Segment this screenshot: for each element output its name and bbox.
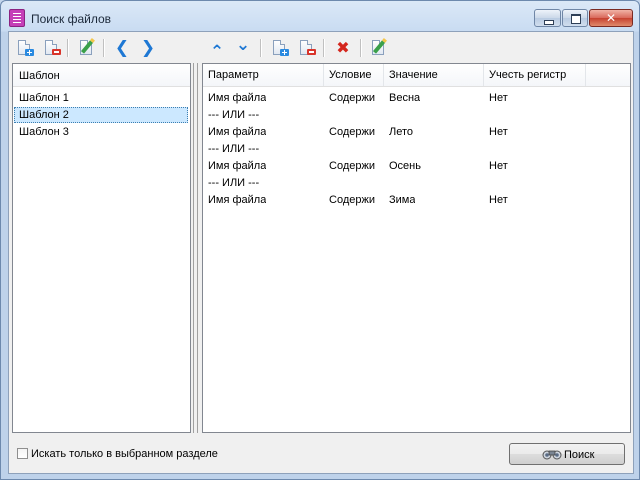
column-header-case[interactable]: Учесть регистр xyxy=(484,64,586,86)
clear-icon: ✖ xyxy=(336,38,350,57)
window-title: Поиск файлов xyxy=(31,12,112,26)
move-down-button[interactable]: ⌄ xyxy=(233,35,253,58)
or-separator: --- ИЛИ --- xyxy=(208,109,260,121)
cell-param[interactable]: Имя файла xyxy=(208,90,266,106)
minimize-button[interactable] xyxy=(534,9,561,27)
move-down-icon: ⌄ xyxy=(235,35,251,55)
toolbar-separator xyxy=(260,39,262,57)
add-template-icon xyxy=(25,49,34,56)
cell-value[interactable]: Осень xyxy=(389,158,421,174)
cell-case[interactable]: Нет xyxy=(489,158,508,174)
edit-condition-button[interactable] xyxy=(369,38,389,58)
search-button[interactable]: Поиск xyxy=(509,443,625,465)
title-bar[interactable]: Поиск файлов ✕ xyxy=(1,1,639,31)
cell-condition[interactable]: Содержи xyxy=(329,90,379,106)
search-files-window: Поиск файлов ✕ ❮ ❯ ⌃ ⌄ ✖ Шаблон Шаблон 1… xyxy=(0,0,640,480)
list-item-selected[interactable]: Шаблон 2 xyxy=(14,107,188,123)
cell-condition[interactable]: Содержи xyxy=(329,158,379,174)
cell-value[interactable]: Лето xyxy=(389,124,413,140)
column-header-param[interactable]: Параметр xyxy=(203,64,324,86)
conditions-table[interactable]: Параметр Условие Значение Учесть регистр… xyxy=(202,63,631,433)
column-header-value[interactable]: Значение xyxy=(384,64,484,86)
templates-list[interactable]: Шаблон Шаблон 1 Шаблон 2 Шаблон 3 xyxy=(12,63,191,433)
conditions-toolbar: ⌃ ⌄ ✖ xyxy=(203,35,629,62)
maximize-icon xyxy=(571,14,581,24)
or-separator: --- ИЛИ --- xyxy=(208,177,260,189)
selected-section-only-checkbox[interactable] xyxy=(17,448,28,459)
toolbar-separator xyxy=(67,39,69,57)
cell-case[interactable]: Нет xyxy=(489,90,508,106)
delete-template-button[interactable] xyxy=(42,38,62,58)
close-button[interactable]: ✕ xyxy=(589,9,633,27)
toolbar-separator xyxy=(360,39,362,57)
or-separator: --- ИЛИ --- xyxy=(208,143,260,155)
cell-condition[interactable]: Содержи xyxy=(329,124,379,140)
delete-condition-icon xyxy=(307,49,316,55)
arrow-right-icon: ❯ xyxy=(140,38,156,58)
toolbar-separator xyxy=(323,39,325,57)
maximize-button[interactable] xyxy=(562,9,588,27)
cell-case[interactable]: Нет xyxy=(489,192,508,208)
add-condition-icon xyxy=(280,49,289,56)
next-button[interactable]: ❯ xyxy=(138,38,158,58)
delete-condition-button[interactable] xyxy=(297,38,317,58)
list-item[interactable]: Шаблон 3 xyxy=(14,124,188,140)
cell-condition[interactable]: Содержи xyxy=(329,192,379,208)
toolbar-separator xyxy=(103,39,105,57)
list-item[interactable]: Шаблон 1 xyxy=(14,90,188,106)
edit-template-button[interactable] xyxy=(77,38,97,58)
delete-template-icon xyxy=(52,49,61,55)
cell-value[interactable]: Весна xyxy=(389,90,420,106)
move-up-icon: ⌃ xyxy=(209,42,225,62)
table-header: Параметр Условие Значение Учесть регистр xyxy=(203,64,630,87)
cell-case[interactable]: Нет xyxy=(489,124,508,140)
binoculars-icon xyxy=(542,450,562,460)
cell-param[interactable]: Имя файла xyxy=(208,124,266,140)
column-header-condition[interactable]: Условие xyxy=(324,64,384,86)
close-icon: ✕ xyxy=(605,11,617,25)
add-template-button[interactable] xyxy=(15,38,35,58)
dialog-body: ❮ ❯ ⌃ ⌄ ✖ Шаблон Шаблон 1 Шаблон 2 Шабло… xyxy=(8,31,634,474)
previous-button[interactable]: ❮ xyxy=(112,38,132,58)
templates-header-label: Шаблон xyxy=(19,70,60,82)
selected-section-only-label[interactable]: Искать только в выбранном разделе xyxy=(31,448,218,460)
cell-param[interactable]: Имя файла xyxy=(208,192,266,208)
cell-param[interactable]: Имя файла xyxy=(208,158,266,174)
arrow-left-icon: ❮ xyxy=(114,38,130,58)
cell-value[interactable]: Зима xyxy=(389,192,415,208)
move-up-button[interactable]: ⌃ xyxy=(207,38,227,62)
templates-header[interactable]: Шаблон xyxy=(13,64,190,87)
search-button-label: Поиск xyxy=(564,449,595,461)
minimize-icon xyxy=(544,20,554,25)
templates-toolbar: ❮ ❯ xyxy=(12,35,192,61)
add-condition-button[interactable] xyxy=(270,38,290,58)
clear-button[interactable]: ✖ xyxy=(333,38,353,58)
app-icon xyxy=(9,9,25,27)
panel-splitter[interactable] xyxy=(193,63,198,433)
